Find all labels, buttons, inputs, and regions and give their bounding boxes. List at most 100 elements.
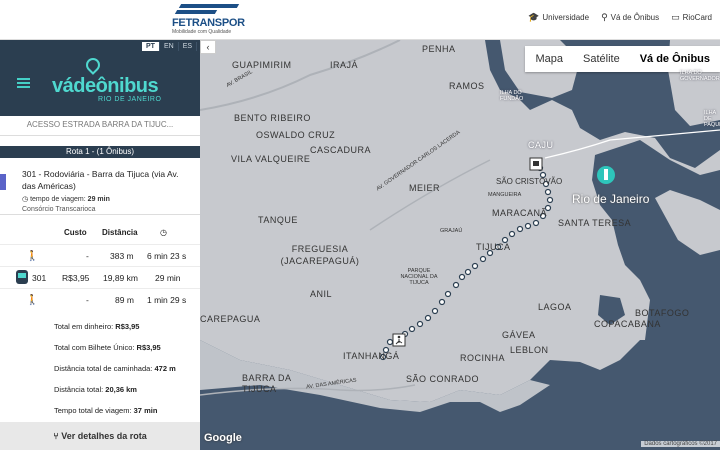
top-bar: FETRANSPOR Mobilidade com Qualidade 🎓 Un…	[0, 0, 720, 40]
lang-pt[interactable]: PT	[142, 42, 160, 51]
map-label: VILA VALQUEIRE	[231, 154, 311, 164]
map-label: SANTA TERESA	[558, 218, 632, 228]
row-cost: -	[86, 251, 89, 261]
hamburger-menu-icon[interactable]	[17, 78, 30, 89]
top-nav: 🎓 Universidade ⚲ Vá de Ônibus ▭ RioCard	[528, 12, 712, 23]
brand-name: vádeônibus	[52, 75, 159, 97]
logo-slogan: Mobilidade com Qualidade	[172, 29, 232, 35]
route-details-label: Ver detalhes da rota	[61, 431, 147, 441]
map-label: SÃO CRISTÓVÃO	[496, 177, 563, 186]
row-time: 29 min	[155, 273, 181, 283]
map-label: BENTO RIBEIRO	[234, 113, 311, 123]
map-label: BOTAFOGO	[635, 308, 690, 318]
av-brasil-road	[200, 40, 401, 111]
route-split-icon: ⑂	[53, 431, 59, 441]
header-cost: Custo	[64, 228, 87, 237]
map-label: MARACANÃ	[492, 208, 548, 218]
row-distance: 19,89 km	[103, 273, 138, 283]
nav-riocard[interactable]: ▭ RioCard	[671, 12, 712, 23]
summary-total-distance: Distância total: 20,36 km	[54, 385, 137, 394]
route-details-button[interactable]: ⑂ Ver detalhes da rota	[0, 422, 200, 450]
map-attribution[interactable]: Dados cartográficos ©2017	[641, 441, 720, 447]
walking-person-icon: 🚶	[26, 295, 39, 306]
map-label: Ilha de Paquetá	[704, 110, 720, 128]
logo-stripe	[174, 10, 218, 14]
table-row: 301 R$3,95 19,89 km 29 min	[0, 266, 200, 288]
brand-box: PT EN ES vádeônibus RIO DE JANEIRO	[0, 40, 200, 116]
route-time-label: tempo de viagem:	[30, 196, 86, 203]
nav-universidade[interactable]: 🎓 Universidade	[528, 12, 589, 23]
nav-label: Universidade	[542, 13, 590, 22]
summary-cash: Total em dinheiro: R$3,95	[54, 322, 140, 331]
route-header[interactable]: Rota 1 - (1 Ônibus)	[0, 146, 200, 158]
monument-icon[interactable]	[597, 166, 615, 184]
map-label: LAGOA	[538, 302, 572, 312]
route-accent	[0, 174, 6, 190]
table-header: Custo Distância ◷	[0, 228, 200, 240]
map-type-mapa[interactable]: Mapa	[525, 46, 573, 72]
card-icon: ▭	[671, 12, 680, 22]
map-type-va-de-onibus[interactable]: Vá de Ônibus	[630, 46, 720, 72]
brand-subtitle: RIO DE JANEIRO	[98, 96, 162, 103]
map-label: Ilha do Governador	[680, 70, 720, 82]
chevron-left-icon[interactable]: ‹	[200, 40, 216, 54]
map-label: MANGUEIRA	[488, 192, 522, 198]
map-label: BARRA DA TIJUCA	[242, 373, 292, 394]
bus-stop-icon[interactable]	[529, 157, 543, 171]
map-label: IRAJÁ	[330, 60, 359, 70]
map-label: COPACABANA	[594, 319, 661, 329]
map-label: Ilha do Fundão	[500, 90, 524, 102]
map[interactable]: Mapa Satélite Vá de Ônibus GUAPIMIRIM PE…	[200, 40, 720, 450]
table-row: 🚶 - 89 m 1 min 29 s	[0, 288, 200, 310]
clock-icon: ◷	[22, 196, 29, 203]
map-label: ANIL	[310, 289, 333, 299]
route-operator: Consórcio Transcarioca	[22, 206, 96, 213]
sidebar: PT EN ES vádeônibus RIO DE JANEIRO ACESS…	[0, 40, 200, 450]
google-logo[interactable]: Google	[204, 432, 242, 444]
map-type-satelite[interactable]: Satélite	[573, 46, 630, 72]
language-switcher: PT EN ES	[142, 42, 198, 51]
map-label: SÃO CONRADO	[406, 374, 480, 384]
walking-person-icon[interactable]	[392, 333, 406, 347]
map-label: CAJU	[528, 140, 554, 150]
fetranspor-logo[interactable]: FETRANSPOR Mobilidade com Qualidade	[168, 4, 248, 36]
row-time: 6 min 23 s	[147, 251, 187, 261]
map-label: OSWALDO CRUZ	[256, 130, 336, 140]
route-card[interactable]: 301 - Rodoviária - Barra da Tijuca (via …	[0, 158, 200, 215]
summary-total-time: Tempo total de viagem: 37 min	[54, 406, 158, 415]
clock-icon: ◷	[160, 228, 167, 237]
map-label: RAMOS	[449, 81, 485, 91]
lang-en[interactable]: EN	[160, 42, 179, 51]
map-label: TIJUCA	[476, 242, 511, 252]
nav-label: Vá de Ônibus	[610, 13, 660, 22]
map-label-city: Rio de Janeiro	[572, 192, 650, 206]
graduation-cap-icon: 🎓	[528, 12, 540, 22]
map-label: GUAPIMIRIM	[232, 60, 292, 70]
nav-va-de-onibus[interactable]: ⚲ Vá de Ônibus	[601, 12, 659, 23]
logo-stripe	[178, 4, 240, 8]
map-label: PENHA	[422, 44, 456, 54]
map-label: GÁVEA	[502, 330, 536, 340]
map-label: LEBLON	[510, 345, 549, 355]
lang-es[interactable]: ES	[179, 42, 198, 51]
row-distance: 89 m	[115, 295, 134, 305]
logo-name: FETRANSPOR	[172, 17, 245, 29]
table-row: 🚶 - 383 m 6 min 23 s	[0, 244, 200, 266]
row-line: 301	[32, 273, 47, 283]
header-distance: Distância	[102, 228, 138, 237]
walking-person-icon: 🚶	[26, 251, 39, 262]
map-label: CAREPAGUA	[200, 314, 261, 324]
map-pin-icon: ⚲	[601, 12, 608, 22]
bus-icon	[16, 270, 28, 284]
map-label: FREGUESIA (JACAREPAGUÁ)	[280, 244, 360, 266]
row-distance: 383 m	[110, 251, 134, 261]
route-time: ◷ tempo de viagem: 29 min	[22, 195, 110, 203]
map-pin-icon	[83, 55, 103, 75]
map-label: GRAJAÚ	[440, 228, 463, 234]
row-cost: R$3,95	[62, 273, 90, 283]
map-label: Parque Nacional da Tijuca	[400, 268, 438, 286]
route-name: 301 - Rodoviária - Barra da Tijuca (via …	[22, 169, 179, 191]
route-time-value: 29 min	[87, 196, 110, 203]
map-type-toggle: Mapa Satélite Vá de Ônibus	[525, 46, 720, 72]
destination-field[interactable]: ACESSO ESTRADA BARRA DA TIJUC...	[0, 116, 200, 136]
